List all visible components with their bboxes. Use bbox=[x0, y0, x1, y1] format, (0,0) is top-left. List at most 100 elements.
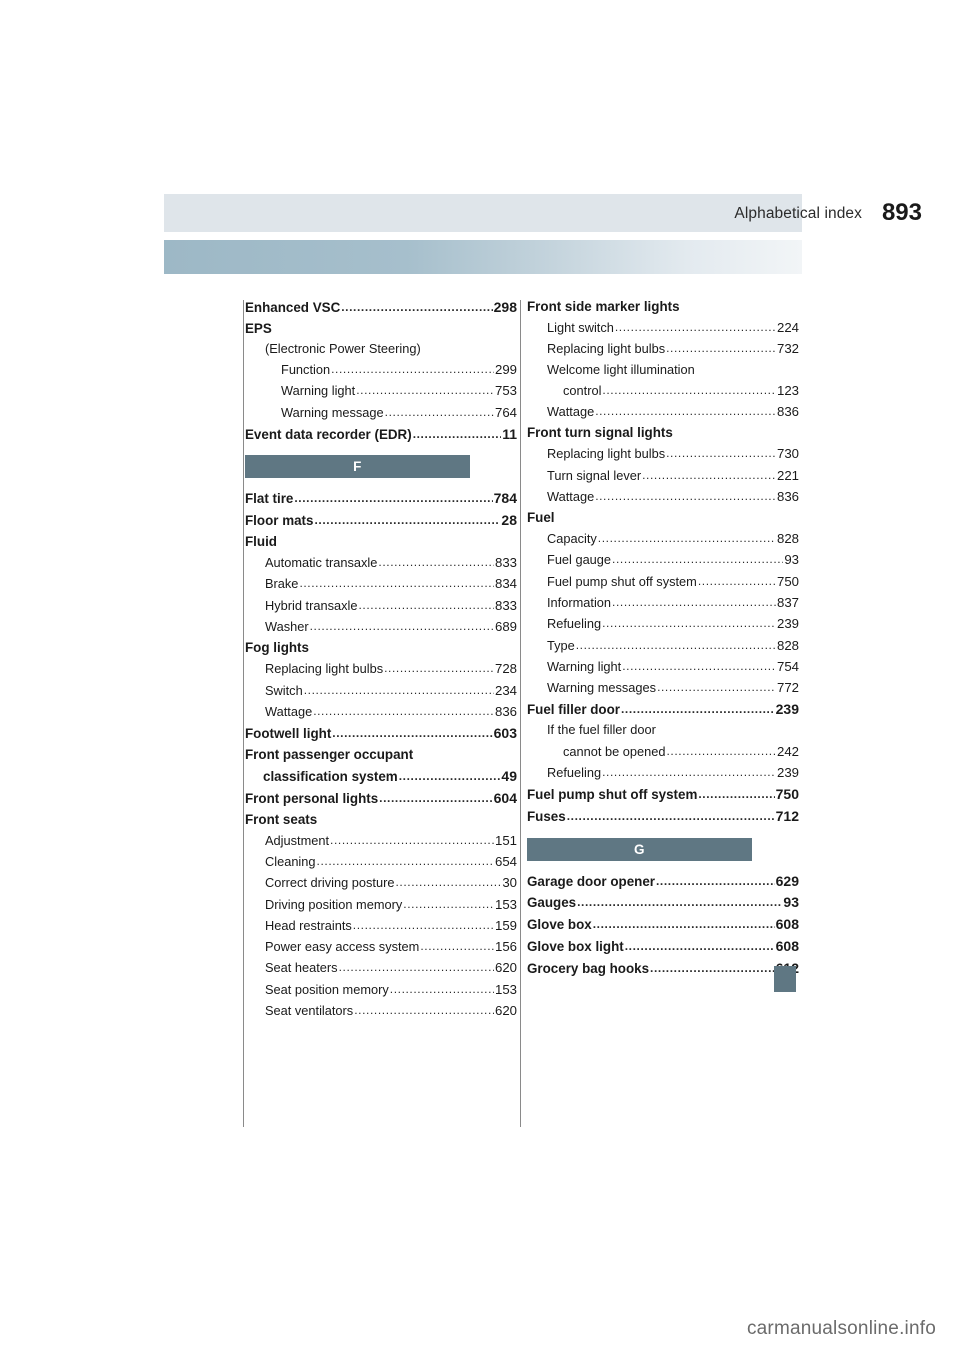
index-entry[interactable]: Front passenger occupant bbox=[245, 748, 517, 762]
page-edge-tab bbox=[774, 966, 796, 992]
index-entry-page: 764 bbox=[494, 404, 517, 420]
index-entry[interactable]: Correct driving posture.................… bbox=[245, 876, 517, 890]
index-entry[interactable]: Gauges..................................… bbox=[527, 895, 799, 909]
index-entry[interactable]: Function................................… bbox=[245, 363, 517, 377]
index-entry[interactable]: Seat heaters............................… bbox=[245, 961, 517, 975]
leader-dots: ........................................… bbox=[314, 514, 500, 527]
index-entry[interactable]: Head restraints.........................… bbox=[245, 919, 517, 933]
index-entry[interactable]: Glove box...............................… bbox=[527, 917, 799, 931]
index-entry[interactable]: Warning messages........................… bbox=[527, 681, 799, 695]
index-entry[interactable]: Replacing light bulbs...................… bbox=[527, 342, 799, 356]
index-entry[interactable]: Fog lights bbox=[245, 641, 517, 655]
index-entry[interactable]: Seat position memory....................… bbox=[245, 983, 517, 997]
index-entry[interactable]: Turn signal lever.......................… bbox=[527, 468, 799, 483]
index-entry[interactable]: Welcome light illumination bbox=[527, 363, 799, 377]
leader-dots: ........................................… bbox=[602, 617, 776, 630]
index-entry[interactable]: Wattage.................................… bbox=[245, 705, 517, 719]
index-entry[interactable]: Hybrid transaxle........................… bbox=[245, 599, 517, 613]
index-entry[interactable]: Garage door opener......................… bbox=[527, 874, 799, 888]
index-entry-label: Refueling bbox=[547, 616, 602, 632]
index-entry[interactable]: Front turn signal lights bbox=[527, 426, 799, 440]
index-entry[interactable]: Event data recorder (EDR)...............… bbox=[245, 427, 517, 441]
leader-dots: ........................................… bbox=[330, 833, 494, 846]
index-entry[interactable]: Front personal lights...................… bbox=[245, 791, 517, 805]
index-entry[interactable]: Refueling...............................… bbox=[527, 766, 799, 780]
index-entry[interactable]: Switch..................................… bbox=[245, 682, 517, 698]
leader-dots: ........................................… bbox=[642, 468, 776, 481]
index-entry[interactable]: EPS bbox=[245, 321, 517, 335]
leader-dots: ........................................… bbox=[595, 489, 776, 502]
index-entry-page: 28 bbox=[501, 512, 517, 529]
index-entry-page: 629 bbox=[775, 872, 799, 889]
index-entry[interactable]: Fuel pump shut off system...............… bbox=[527, 787, 799, 801]
leader-dots: ........................................… bbox=[575, 638, 776, 651]
leader-dots: ........................................… bbox=[384, 405, 494, 418]
index-entry[interactable]: Adjustment..............................… bbox=[245, 833, 517, 848]
index-entry-page: 828 bbox=[776, 637, 799, 653]
index-entry-page: 234 bbox=[494, 682, 517, 698]
index-entry-label: Information bbox=[547, 594, 612, 610]
index-entry-label: Fuel pump shut off system bbox=[547, 573, 697, 589]
index-entry[interactable]: (Electronic Power Steering) bbox=[245, 340, 517, 356]
index-entry[interactable]: control.................................… bbox=[527, 384, 799, 398]
index-entry[interactable]: Refueling...............................… bbox=[527, 617, 799, 631]
index-entry[interactable]: Fuel pump shut off system...............… bbox=[527, 573, 799, 589]
index-entry[interactable]: Cleaning................................… bbox=[245, 855, 517, 869]
index-entry-page: 620 bbox=[494, 1003, 517, 1019]
leader-dots: ........................................… bbox=[309, 620, 494, 633]
index-entry-label: Front seats bbox=[245, 811, 318, 827]
index-entry[interactable]: Brake...................................… bbox=[245, 577, 517, 591]
index-entry-label: (Electronic Power Steering) bbox=[265, 340, 421, 356]
index-entry[interactable]: Washer..................................… bbox=[245, 620, 517, 634]
index-entry-page: 828 bbox=[776, 531, 799, 547]
index-entry[interactable]: Warning light...........................… bbox=[245, 384, 517, 398]
column-divider-left bbox=[243, 300, 244, 1127]
index-entry-label: Warning light bbox=[547, 658, 622, 674]
index-entry-page: 49 bbox=[501, 767, 517, 784]
index-entry[interactable]: Footwell light..........................… bbox=[245, 726, 517, 740]
index-entry[interactable]: Power easy access system................… bbox=[245, 940, 517, 954]
index-column-left: Enhanced VSC............................… bbox=[245, 300, 517, 1025]
index-entry[interactable]: Fuel filler door........................… bbox=[527, 702, 799, 716]
leader-dots: ........................................… bbox=[395, 876, 502, 889]
index-entry[interactable]: Light switch............................… bbox=[527, 321, 799, 335]
index-entry[interactable]: Replacing light bulbs...................… bbox=[245, 662, 517, 676]
index-entry[interactable]: Glove box light.........................… bbox=[527, 939, 799, 953]
index-entry[interactable]: Fuel gauge..............................… bbox=[527, 553, 799, 567]
index-entry[interactable]: Wattage.................................… bbox=[527, 405, 799, 419]
index-entry[interactable]: Seat ventilators........................… bbox=[245, 1004, 517, 1018]
index-entry-label: Cleaning bbox=[265, 853, 316, 869]
index-entry[interactable]: Replacing light bulbs...................… bbox=[527, 447, 799, 461]
leader-dots: ........................................… bbox=[313, 704, 494, 717]
index-entry-label: Garage door opener bbox=[527, 873, 655, 889]
index-entry[interactable]: Type....................................… bbox=[527, 637, 799, 653]
page-title: Alphabetical index bbox=[734, 205, 862, 222]
index-entry[interactable]: Front seats bbox=[245, 811, 517, 827]
index-entry[interactable]: Front side marker lights bbox=[527, 300, 799, 314]
index-entry[interactable]: Floor mats..............................… bbox=[245, 513, 517, 527]
index-entry[interactable]: Wattage.................................… bbox=[527, 490, 799, 504]
index-entry[interactable]: If the fuel filler door bbox=[527, 724, 799, 737]
index-entry[interactable]: cannot be opened........................… bbox=[527, 744, 799, 759]
index-entry[interactable]: Flat tire...............................… bbox=[245, 491, 517, 505]
index-entry-label: Floor mats bbox=[245, 513, 314, 529]
index-entry[interactable]: Fuses...................................… bbox=[527, 809, 799, 823]
leader-dots: ........................................… bbox=[303, 683, 494, 696]
index-entry[interactable]: Fluid bbox=[245, 535, 517, 549]
index-entry[interactable]: Enhanced VSC............................… bbox=[245, 300, 517, 314]
index-entry-label: Event data recorder (EDR) bbox=[245, 427, 412, 442]
index-entry-label: Refueling bbox=[547, 764, 602, 780]
index-entry-page: 30 bbox=[502, 875, 517, 891]
index-entry[interactable]: Automatic transaxle.....................… bbox=[245, 556, 517, 570]
letter-section-g: G bbox=[527, 837, 752, 861]
index-entry[interactable]: classification system...................… bbox=[245, 769, 517, 783]
index-entry-page: 750 bbox=[775, 786, 799, 803]
index-entry-label: Fuel gauge bbox=[547, 552, 612, 568]
index-entry[interactable]: Warning message.........................… bbox=[245, 406, 517, 420]
index-entry[interactable]: Information.............................… bbox=[527, 596, 799, 610]
index-entry[interactable]: Driving position memory.................… bbox=[245, 897, 517, 912]
index-entry[interactable]: Warning light...........................… bbox=[527, 660, 799, 674]
index-entry[interactable]: Grocery bag hooks.......................… bbox=[527, 961, 799, 975]
index-entry[interactable]: Fuel bbox=[527, 511, 799, 525]
index-entry[interactable]: Capacity................................… bbox=[527, 532, 799, 546]
